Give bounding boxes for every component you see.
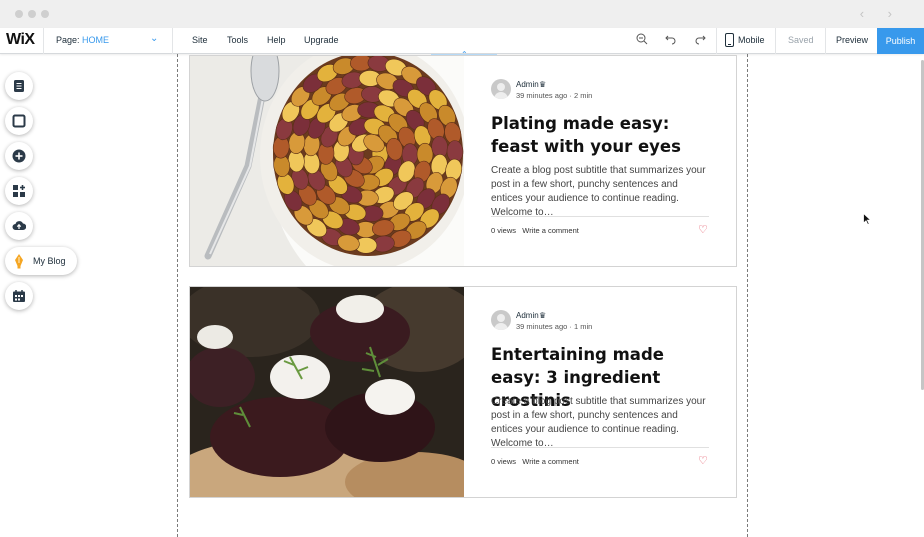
add-button[interactable] bbox=[5, 142, 33, 170]
browser-nav-arrows[interactable]: ‹ › bbox=[860, 6, 902, 21]
page-guide-left bbox=[177, 54, 178, 537]
author-avatar[interactable] bbox=[491, 79, 511, 99]
wix-logo: WiX bbox=[6, 31, 35, 48]
post-meta: 39 minutes ago · 2 min bbox=[516, 91, 593, 100]
post-image-potatoes[interactable] bbox=[190, 56, 464, 266]
menu-tools[interactable]: Tools bbox=[227, 35, 248, 45]
bookings-button[interactable] bbox=[5, 282, 33, 310]
blog-post-card[interactable]: Admin ♛ 39 minutes ago · 2 min Plating m… bbox=[189, 55, 737, 267]
like-heart-icon[interactable]: ♡ bbox=[698, 454, 708, 467]
like-heart-icon[interactable]: ♡ bbox=[698, 223, 708, 236]
post-views: 0 views bbox=[491, 457, 517, 466]
undo-icon[interactable] bbox=[665, 33, 677, 48]
mobile-view-button[interactable]: Mobile bbox=[738, 35, 765, 45]
post-time: 39 minutes ago bbox=[516, 322, 568, 331]
my-blog-button[interactable]: My Blog bbox=[5, 247, 77, 275]
background-button[interactable] bbox=[5, 107, 33, 135]
divider bbox=[43, 28, 44, 54]
app-market-icon bbox=[13, 185, 25, 197]
post-time: 39 minutes ago bbox=[516, 91, 568, 100]
close-window-dot[interactable] bbox=[15, 10, 23, 18]
redo-icon[interactable] bbox=[694, 33, 706, 48]
divider bbox=[825, 28, 826, 54]
add-icon bbox=[12, 149, 26, 163]
editor-topbar: WiX Page: HOME ⌄ Site Tools Help Upgrade… bbox=[0, 28, 924, 61]
divider bbox=[716, 28, 717, 54]
saved-status: Saved bbox=[788, 35, 814, 45]
mobile-icon[interactable] bbox=[725, 33, 734, 50]
post-read-time: 1 min bbox=[573, 322, 593, 331]
author-avatar[interactable] bbox=[491, 310, 511, 330]
menu-upgrade[interactable]: Upgrade bbox=[304, 35, 339, 45]
my-blog-label: My Blog bbox=[33, 256, 66, 266]
page-selector-label: Page: bbox=[56, 35, 80, 45]
post-image-crostini[interactable] bbox=[190, 287, 464, 497]
post-excerpt: Create a blog post subtitle that summari… bbox=[491, 165, 706, 218]
admin-crown-icon: ♛ bbox=[539, 311, 547, 320]
upload-button[interactable] bbox=[5, 212, 33, 240]
maximize-window-dot[interactable] bbox=[41, 10, 49, 18]
post-title[interactable]: Plating made easy: feast with your eyes bbox=[491, 112, 709, 158]
divider bbox=[491, 447, 709, 448]
minimize-window-dot[interactable] bbox=[28, 10, 36, 18]
upload-icon bbox=[12, 221, 26, 230]
background-icon bbox=[12, 114, 26, 128]
divider bbox=[172, 28, 173, 54]
window-titlebar: ‹ › bbox=[0, 0, 924, 28]
divider bbox=[775, 28, 776, 54]
post-stats: 0 views Write a comment bbox=[491, 226, 579, 235]
divider bbox=[491, 216, 709, 217]
write-comment-link[interactable]: Write a comment bbox=[522, 457, 579, 466]
author-name[interactable]: Admin bbox=[516, 80, 539, 89]
post-read-time: 2 min bbox=[573, 91, 593, 100]
page-selector-value: HOME bbox=[82, 35, 110, 45]
post-excerpt: Create a blog post subtitle that summari… bbox=[491, 396, 706, 449]
write-comment-link[interactable]: Write a comment bbox=[522, 226, 579, 235]
page-guide-right bbox=[747, 54, 748, 537]
menu-help[interactable]: Help bbox=[267, 35, 286, 45]
publish-button[interactable]: Publish bbox=[877, 28, 924, 54]
post-meta: 39 minutes ago · 1 min bbox=[516, 322, 593, 331]
admin-crown-icon: ♛ bbox=[539, 80, 547, 89]
mouse-cursor-icon bbox=[863, 213, 872, 225]
pages-button[interactable] bbox=[5, 72, 33, 100]
page-selector[interactable]: Page: HOME bbox=[56, 35, 109, 45]
blog-post-card[interactable]: Admin ♛ 39 minutes ago · 1 min Entertain… bbox=[189, 286, 737, 498]
blog-pen-icon bbox=[15, 254, 23, 269]
post-stats: 0 views Write a comment bbox=[491, 457, 579, 466]
preview-button[interactable]: Preview bbox=[836, 35, 868, 45]
pages-icon bbox=[14, 80, 24, 92]
author-name[interactable]: Admin bbox=[516, 311, 539, 320]
bookings-icon bbox=[13, 290, 25, 302]
zoom-out-icon[interactable] bbox=[636, 33, 648, 48]
app-market-button[interactable] bbox=[5, 177, 33, 205]
chevron-down-icon[interactable]: ⌄ bbox=[150, 33, 158, 44]
menu-site[interactable]: Site bbox=[192, 35, 208, 45]
post-views: 0 views bbox=[491, 226, 517, 235]
